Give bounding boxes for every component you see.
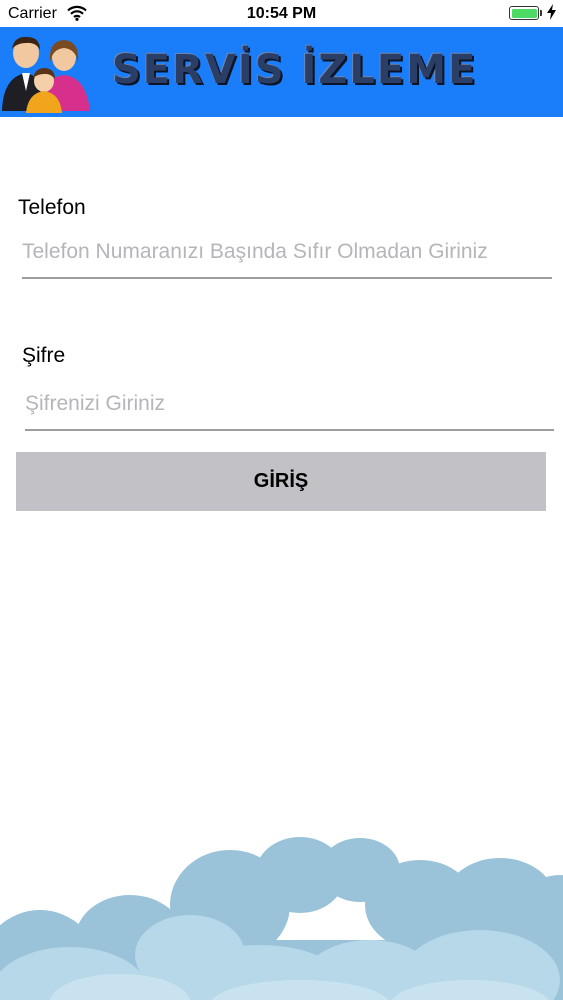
phone-input[interactable] (22, 230, 550, 274)
password-input-underline (25, 429, 554, 431)
phone-input-underline (22, 277, 552, 279)
battery-level (511, 8, 537, 18)
phone-label: Telefon (18, 196, 86, 219)
battery-icon (509, 6, 539, 20)
app-title: SERVİS İZLEME (112, 47, 478, 93)
clouds-decoration (0, 830, 563, 1005)
login-button[interactable]: GİRİŞ (16, 452, 546, 511)
charging-bolt-icon (547, 4, 556, 23)
app-header: SERVİS İZLEME (0, 27, 563, 117)
battery-tip (540, 10, 542, 16)
clock-time: 10:54 PM (246, 5, 317, 22)
password-label: Şifre (22, 344, 66, 367)
password-input[interactable] (25, 382, 551, 426)
status-bar: Carrier 10:54 PM (0, 0, 563, 27)
family-icon (0, 33, 92, 118)
